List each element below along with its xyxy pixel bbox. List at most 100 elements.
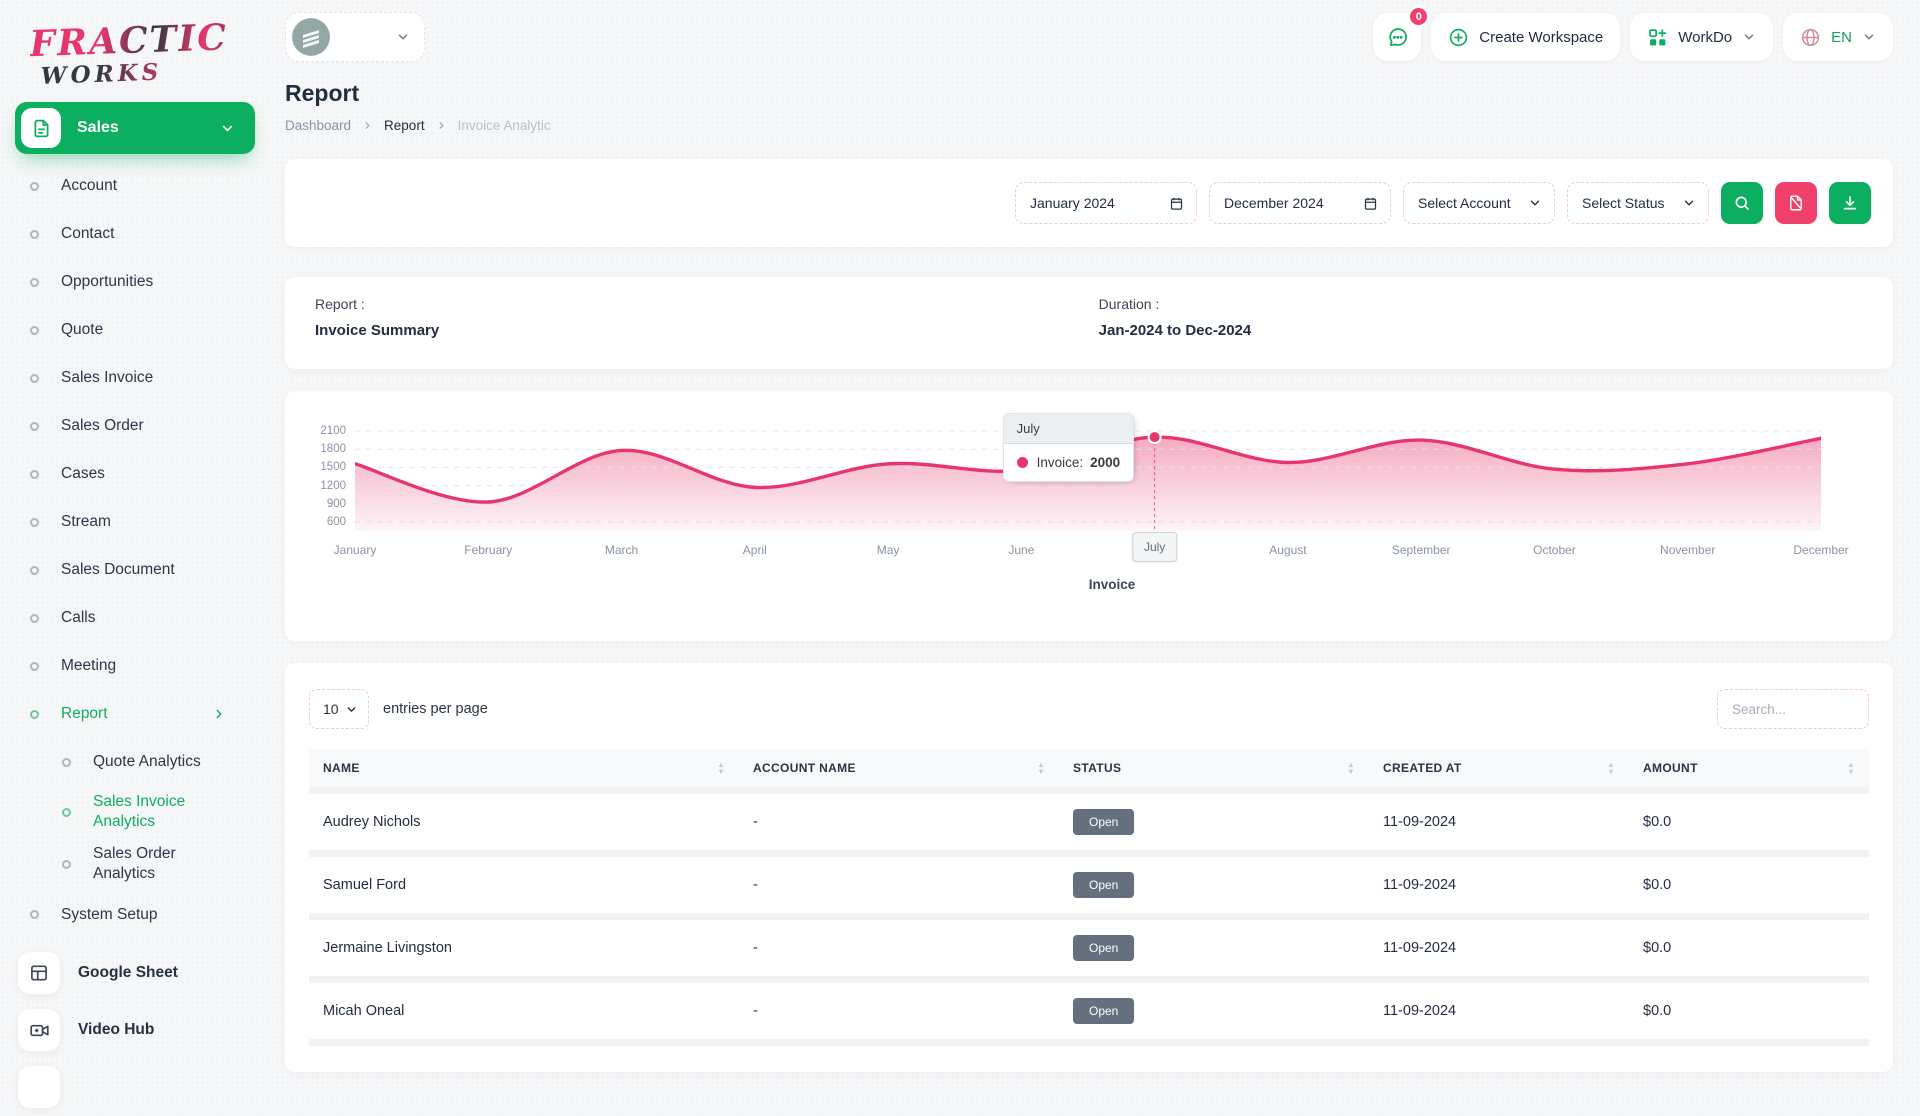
table-row[interactable]: Samuel Ford - Open 11-09-2024 $0.0 — [309, 854, 1869, 917]
x-tick-label: April — [743, 543, 767, 557]
cell-created-at: 11-09-2024 — [1369, 917, 1629, 980]
sidebar-item-system-setup[interactable]: System Setup — [0, 891, 270, 939]
table-row[interactable]: Jermaine Livingston - Open 11-09-2024 $0… — [309, 917, 1869, 980]
topbar: 0 Create Workspace WorkDo — [285, 0, 1893, 74]
cell-amount: $0.0 — [1629, 917, 1869, 980]
chart-x-axis: JanuaryFebruaryMarchAprilMayJuneJulyAugu… — [355, 535, 1869, 571]
main-content: 0 Create Workspace WorkDo — [270, 0, 1920, 1080]
cell-amount: $0.0 — [1629, 854, 1869, 917]
chevron-down-icon — [1742, 30, 1756, 44]
app-root: FRACTIC WORKS Sales Account Contact Oppo… — [0, 0, 1920, 1080]
sidebar-subitem-sales-order-analytics[interactable]: Sales Order Analytics — [0, 838, 270, 890]
sidebar-subitem-quote-analytics[interactable]: Quote Analytics — [0, 738, 270, 786]
video-icon — [18, 1009, 60, 1051]
bullet-icon — [30, 278, 39, 287]
breadcrumb: Dashboard Report Invoice Analytic — [285, 118, 1893, 133]
sidebar-item-label: Report — [61, 705, 108, 723]
sidebar-item-label: Contact — [61, 225, 114, 243]
sidebar-item-cases[interactable]: Cases — [0, 450, 270, 498]
x-tick-label: October — [1533, 543, 1576, 557]
sidebar-module-sales[interactable]: Sales — [15, 102, 255, 154]
language-select[interactable]: EN — [1783, 13, 1893, 61]
column-header-name[interactable]: NAME▲▼ — [309, 749, 739, 791]
messages-button[interactable]: 0 — [1373, 13, 1421, 61]
summary-card: Report : Invoice Summary Duration : Jan-… — [285, 277, 1893, 369]
entries-select[interactable]: 10 — [309, 689, 369, 729]
chat-badge: 0 — [1408, 6, 1429, 27]
account-select-value: Select Account — [1418, 195, 1511, 211]
chart-y-axis: 2100180015001200900600 — [309, 427, 355, 531]
x-tick-label: February — [464, 543, 512, 557]
workdo-menu-button[interactable]: WorkDo — [1630, 13, 1773, 61]
sidebar-item-sales-invoice[interactable]: Sales Invoice — [0, 354, 270, 402]
tooltip-title: July — [1004, 414, 1134, 444]
search-filter-button[interactable] — [1721, 182, 1763, 224]
breadcrumb-dashboard[interactable]: Dashboard — [285, 118, 351, 133]
table-row[interactable]: Audrey Nichols - Open 11-09-2024 $0.0 — [309, 791, 1869, 854]
chevron-down-icon — [1682, 196, 1696, 210]
end-date-input[interactable]: December 2024 — [1209, 182, 1391, 224]
column-header-created-at[interactable]: CREATED AT▲▼ — [1369, 749, 1629, 791]
sidebar-subitem-sales-invoice-analytics[interactable]: Sales Invoice Analytics — [0, 786, 270, 838]
summary-report-value: Invoice Summary — [315, 322, 439, 339]
column-header-status[interactable]: STATUS▲▼ — [1059, 749, 1369, 791]
cell-name: Audrey Nichols — [309, 791, 739, 854]
language-label: EN — [1831, 29, 1852, 46]
download-button[interactable] — [1829, 182, 1871, 224]
x-tick-label: August — [1269, 543, 1306, 557]
sidebar-item-account[interactable]: Account — [0, 162, 270, 210]
sidebar-item-sales-document[interactable]: Sales Document — [0, 546, 270, 594]
sidebar-item-stream[interactable]: Stream — [0, 498, 270, 546]
cell-created-at: 11-09-2024 — [1369, 791, 1629, 854]
sales-file-icon — [21, 108, 61, 148]
create-workspace-button[interactable]: Create Workspace — [1431, 13, 1620, 61]
sidebar-module-label: Sales — [77, 119, 220, 137]
status-badge: Open — [1073, 809, 1134, 835]
chevron-down-icon — [1862, 30, 1876, 44]
bullet-icon — [62, 860, 71, 869]
app-item-video-hub[interactable]: Video Hub — [0, 1002, 270, 1059]
sidebar-item-label: Sales Document — [61, 561, 175, 579]
account-select[interactable]: Select Account — [1403, 182, 1555, 224]
bullet-icon — [62, 808, 71, 817]
sidebar-item-meeting[interactable]: Meeting — [0, 642, 270, 690]
y-tick-label: 2100 — [320, 425, 346, 437]
workspace-select[interactable] — [285, 12, 425, 62]
y-tick-label: 600 — [327, 516, 346, 528]
breadcrumb-report[interactable]: Report — [384, 118, 425, 133]
invoice-chart[interactable]: 2100180015001200900600 July Invoice: 200… — [309, 427, 1869, 531]
sidebar-item-report[interactable]: Report — [0, 690, 270, 738]
column-header-account-name[interactable]: ACCOUNT NAME▲▼ — [739, 749, 1059, 791]
filter-card: January 2024 December 2024 Select Accoun… — [285, 159, 1893, 247]
bullet-icon — [30, 910, 39, 919]
chevron-right-icon — [362, 120, 373, 131]
sidebar-item-opportunities[interactable]: Opportunities — [0, 258, 270, 306]
cell-account-name: - — [739, 854, 1059, 917]
clear-filter-button[interactable] — [1775, 182, 1817, 224]
table-row[interactable]: Micah Oneal - Open 11-09-2024 $0.0 — [309, 980, 1869, 1043]
start-date-input[interactable]: January 2024 — [1015, 182, 1197, 224]
app-item-google-sheet[interactable]: Google Sheet — [0, 945, 270, 1002]
brand-logo[interactable]: FRACTIC WORKS — [29, 18, 271, 88]
sort-icon: ▲▼ — [1037, 762, 1045, 775]
sidebar-item-label: Cases — [61, 465, 105, 483]
create-workspace-label: Create Workspace — [1479, 29, 1603, 46]
column-header-amount[interactable]: AMOUNT▲▼ — [1629, 749, 1869, 791]
app-item-label: Video Hub — [78, 1021, 154, 1039]
breadcrumb-invoice-analytic: Invoice Analytic — [458, 118, 551, 133]
cell-created-at: 11-09-2024 — [1369, 980, 1629, 1043]
sidebar-item-calls[interactable]: Calls — [0, 594, 270, 642]
sidebar-item-quote[interactable]: Quote — [0, 306, 270, 354]
app-item-label: Google Sheet — [78, 964, 178, 982]
search-input[interactable] — [1717, 689, 1869, 729]
cell-account-name: - — [739, 917, 1059, 980]
status-select[interactable]: Select Status — [1567, 182, 1709, 224]
chevron-right-icon — [436, 120, 447, 131]
topbar-actions: 0 Create Workspace WorkDo — [1373, 13, 1893, 61]
sidebar-item-sales-order[interactable]: Sales Order — [0, 402, 270, 450]
sidebar-item-contact[interactable]: Contact — [0, 210, 270, 258]
x-tick-label: July — [1132, 532, 1177, 562]
bullet-icon — [30, 566, 39, 575]
app-item-partial[interactable] — [0, 1059, 270, 1116]
chart-legend[interactable]: Invoice — [355, 577, 1869, 592]
